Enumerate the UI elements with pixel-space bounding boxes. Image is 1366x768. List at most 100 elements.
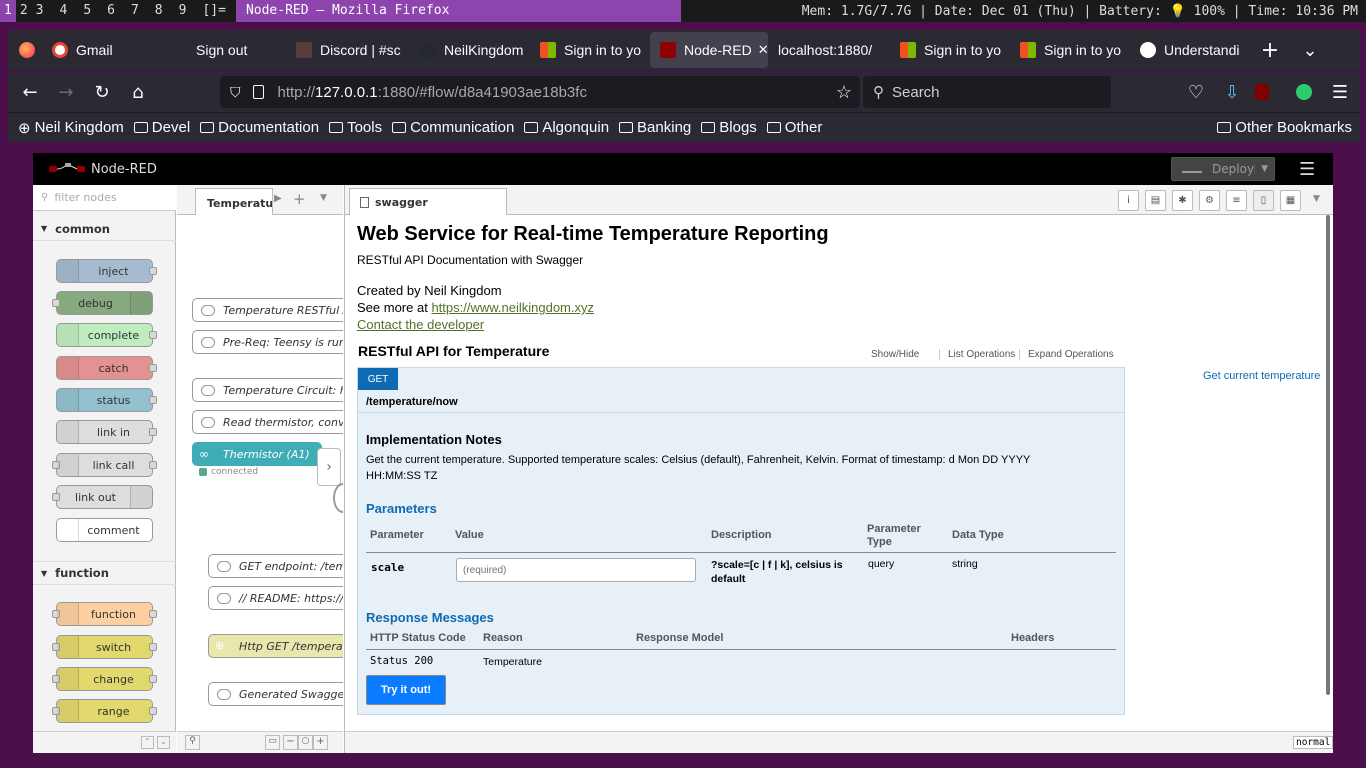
hamburger-menu-icon[interactable]: ☰: [1324, 76, 1356, 108]
workspace-7[interactable]: 7: [127, 0, 143, 22]
palette-category-common[interactable]: ▼ common: [33, 217, 176, 241]
output-port[interactable]: [149, 610, 157, 618]
expand-operations-link[interactable]: Expand Operations: [1019, 349, 1114, 360]
list-operations-link[interactable]: List Operations: [939, 349, 1015, 360]
dashboard-chart-icon[interactable]: ▦: [1280, 190, 1301, 211]
debug-bug-icon[interactable]: ✱: [1172, 190, 1193, 211]
flow-list-chevron-icon[interactable]: ▼: [320, 193, 327, 203]
flow-node-comment[interactable]: Temperature RESTful A: [192, 298, 343, 322]
sidebar-menu-chevron-icon[interactable]: ▼: [1313, 194, 1320, 204]
scale-input[interactable]: [456, 558, 696, 582]
navigator-icon[interactable]: ▭: [265, 735, 280, 750]
back-icon[interactable]: ←: [14, 76, 46, 108]
workspace-1[interactable]: 1: [0, 0, 16, 22]
output-port[interactable]: [149, 396, 157, 404]
palette-filter[interactable]: ⚲ filter nodes: [33, 185, 176, 211]
bookmark-other[interactable]: Other: [766, 119, 822, 136]
bookmark-banking[interactable]: Banking: [619, 119, 691, 136]
output-port[interactable]: [149, 461, 157, 469]
help-book-icon[interactable]: ▤: [1145, 190, 1166, 211]
bookmark-algonquin[interactable]: Algonquin: [524, 119, 609, 136]
deploy-dropdown-icon[interactable]: ▼: [1254, 164, 1268, 174]
home-icon[interactable]: ⌂: [122, 76, 154, 108]
workspace-8[interactable]: 8: [151, 0, 167, 22]
ublock-icon[interactable]: [1246, 76, 1278, 108]
pocket-icon[interactable]: ♡: [1180, 76, 1212, 108]
search-bar[interactable]: ⚲ Search: [863, 76, 1111, 108]
output-port[interactable]: [149, 331, 157, 339]
flow-node-comment[interactable]: Pre-Req: Teensy is run: [192, 330, 343, 354]
forward-icon[interactable]: →: [50, 76, 82, 108]
flow-node-comment[interactable]: Temperature Circuit: ht: [192, 378, 343, 402]
bookmark-neil-kingdom[interactable]: ⊕ Neil Kingdom: [18, 119, 124, 137]
tab-microsoft-signin[interactable]: Sign in to yo: [1010, 32, 1130, 68]
workspace-6[interactable]: 6: [103, 0, 119, 22]
workspace-9[interactable]: 9: [175, 0, 191, 22]
output-port[interactable]: [149, 643, 157, 651]
flow-node-http-in[interactable]: ⊕ Http GET /temperat: [208, 634, 343, 658]
palette-node-link-in[interactable]: link in: [56, 420, 157, 444]
close-icon[interactable]: ✕: [758, 42, 768, 58]
flow-node-comment[interactable]: Generated Swagger: [208, 682, 343, 706]
other-bookmarks[interactable]: Other Bookmarks: [1217, 119, 1352, 136]
sidebar-scrollbar[interactable]: [1326, 215, 1330, 695]
context-database-icon[interactable]: ≡: [1226, 190, 1247, 211]
website-link[interactable]: https://www.neilkingdom.xyz: [431, 300, 594, 315]
tab-localhost[interactable]: localhost:1880/: [768, 32, 890, 68]
palette-node-inject[interactable]: inject: [56, 259, 157, 283]
tab-microsoft-signin[interactable]: Sign in to yo: [890, 32, 1010, 68]
tab-temperature-flow[interactable]: Temperature: [195, 188, 273, 215]
palette-node-link-out[interactable]: link out: [52, 485, 153, 509]
input-port[interactable]: [52, 299, 60, 307]
http-method-badge[interactable]: GET: [358, 368, 398, 390]
palette-node-link-call[interactable]: link call: [52, 453, 157, 477]
collapse-all-icon[interactable]: ⌃: [141, 736, 154, 749]
add-flow-icon[interactable]: +: [293, 190, 306, 208]
bookmark-devel[interactable]: Devel: [133, 119, 190, 136]
palette-node-function[interactable]: function: [52, 602, 157, 626]
workspace-3[interactable]: 3: [32, 0, 48, 22]
bookmark-communication[interactable]: Communication: [392, 119, 514, 136]
downloads-icon[interactable]: ⇩: [1216, 76, 1248, 108]
search-icon[interactable]: ⚲: [185, 735, 200, 750]
flow-node-thermistor[interactable]: ∞ Thermistor (A1): [192, 442, 322, 466]
palette-node-complete[interactable]: complete: [56, 323, 157, 347]
bookmark-blogs[interactable]: Blogs: [701, 119, 757, 136]
palette-node-comment[interactable]: comment: [56, 518, 153, 542]
flow-node-comment[interactable]: Read thermistor, conve: [192, 410, 343, 434]
expand-sidebar-button[interactable]: ›: [317, 448, 341, 486]
palette-node-catch[interactable]: catch: [56, 356, 157, 380]
new-tab-icon[interactable]: +: [1254, 34, 1286, 66]
output-port[interactable]: [149, 707, 157, 715]
tab-discord[interactable]: Discord | #sc: [286, 32, 410, 68]
flow-node-comment[interactable]: // README: https://: [208, 586, 343, 610]
output-port[interactable]: [149, 364, 157, 372]
zoom-reset-icon[interactable]: ○: [298, 735, 313, 750]
url-bar[interactable]: ⛉ http://127.0.0.1:1880/#flow/d8a41903ae…: [220, 76, 860, 108]
operation-summary-link[interactable]: Get current temperature: [1203, 370, 1320, 382]
tab-node-red[interactable]: Node-RED ✕: [650, 32, 768, 68]
palette-node-range[interactable]: range: [52, 699, 157, 723]
input-port[interactable]: [52, 493, 60, 501]
scroll-tabs-right-icon[interactable]: ▶: [274, 193, 282, 204]
resource-heading[interactable]: RESTful API for Temperature: [358, 343, 549, 359]
contact-developer-link[interactable]: Contact the developer: [357, 317, 484, 332]
zoom-in-icon[interactable]: +: [313, 735, 328, 750]
firefox-menu-icon[interactable]: [12, 34, 42, 66]
show-hide-link[interactable]: Show/Hide: [871, 349, 919, 360]
output-port[interactable]: [149, 428, 157, 436]
main-menu-icon[interactable]: ☰: [1299, 159, 1315, 180]
bookmark-star-icon[interactable]: ☆: [836, 82, 852, 103]
tab-github[interactable]: NeilKingdom: [410, 32, 530, 68]
palette-category-function[interactable]: ▼ function: [33, 561, 176, 585]
swagger-document-icon[interactable]: ▯: [1253, 190, 1274, 211]
palette-node-status[interactable]: status: [56, 388, 157, 412]
bookmark-documentation[interactable]: Documentation: [200, 119, 319, 136]
tab-gmail[interactable]: Gmail: [42, 32, 166, 68]
try-it-out-button[interactable]: Try it out!: [366, 675, 446, 705]
reload-icon[interactable]: ↻: [86, 76, 118, 108]
tab-sign-out[interactable]: Sign out: [166, 32, 286, 68]
workspace-4[interactable]: 4: [55, 0, 71, 22]
workspace-5[interactable]: 5: [79, 0, 95, 22]
tab-swagger[interactable]: swagger: [349, 188, 507, 216]
